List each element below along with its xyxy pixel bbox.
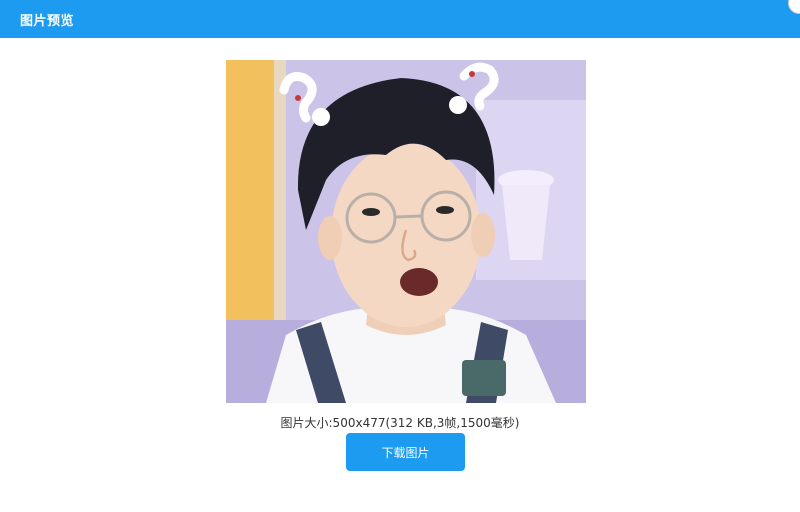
- image-glasses-bridge: [394, 214, 423, 219]
- image-eye-right: [436, 206, 454, 214]
- image-ear-right: [471, 213, 495, 257]
- image-preview-dialog: 图片预览 图片大小:500x477(312 KB,3帧,1500毫秒) 下载图片: [0, 0, 800, 512]
- preview-image: [226, 60, 586, 403]
- download-image-button[interactable]: 下载图片: [346, 433, 465, 471]
- image-stool-base: [502, 185, 550, 260]
- dialog-title: 图片预览: [20, 13, 75, 29]
- image-strap-badge: [462, 360, 506, 396]
- image-mouth: [400, 268, 438, 296]
- dialog-header: 图片预览: [0, 0, 800, 38]
- preview-image-graphic: [226, 60, 586, 403]
- image-ear-left: [318, 216, 342, 260]
- image-eye-left: [362, 208, 380, 216]
- image-size-info: 图片大小:500x477(312 KB,3帧,1500毫秒): [280, 416, 520, 430]
